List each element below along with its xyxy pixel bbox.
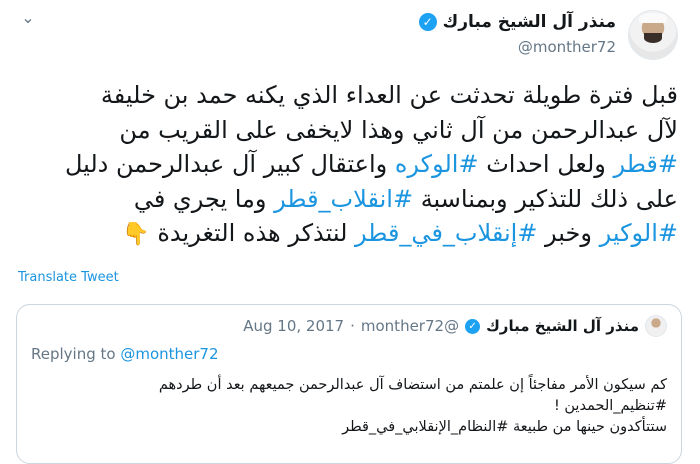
text-line: #تنظيم_الحمدين ! xyxy=(31,396,667,417)
point-down-emoji: 👇 xyxy=(122,222,150,247)
text-segment: #تنظيم_الحمدين xyxy=(564,398,667,414)
avatar-headwear xyxy=(639,13,667,23)
text-segment: لنتذكر هذه التغريدة xyxy=(149,219,356,247)
quoted-author-name[interactable]: منذر آل الشيخ مبارك xyxy=(486,317,639,335)
quoted-tweet-text: كم سيكون الأمر مفاجئاً إن علمتم من استضا… xyxy=(31,375,667,438)
text-segment: وما يجري في xyxy=(133,184,275,213)
verified-badge-icon: ✓ xyxy=(465,318,481,334)
quoted-date[interactable]: Aug 10, 2017 xyxy=(243,317,344,335)
text-segment: كم سيكون الأمر مفاجئاً إن علمتم من استضا… xyxy=(158,377,667,393)
text-line: لآل عبدالرحمن من آل ثاني وهذا لايخفى على… xyxy=(50,113,678,148)
quoted-tweet-header: منذر آل الشيخ مبارك ✓ @monther72 · Aug 1… xyxy=(31,315,667,337)
quoted-author-handle[interactable]: @monther72 xyxy=(361,317,459,335)
text-segment: على ذلك للتذكير وبمناسبة xyxy=(413,184,678,213)
text-line: ستتأكدون حينها من طبيعة #النظام_الإنقلاب… xyxy=(31,417,667,438)
text-segment: ! xyxy=(553,398,565,414)
tweet-header: منذر آل الشيخ مبارك ✓ @monther72 ⌄ xyxy=(20,6,678,66)
quoted-author-avatar[interactable] xyxy=(645,315,667,337)
quoted-tweet[interactable]: منذر آل الشيخ مبارك ✓ @monther72 · Aug 1… xyxy=(16,304,682,464)
text-line: على ذلك للتذكير وبمناسبة #انقلاب_قطر وما… xyxy=(50,182,678,217)
verified-badge-icon: ✓ xyxy=(418,13,437,31)
replying-to: Replying to @monther72 xyxy=(31,345,219,363)
text-segment: واعتقال كبير آل عبدالرحمن دليل xyxy=(64,150,395,178)
avatar-beard xyxy=(644,33,662,43)
author-avatar[interactable] xyxy=(628,10,678,60)
text-line: #الوكير وخبر #إنقلاب_في_قطر لنتذكر هذه ا… xyxy=(50,216,678,253)
author-name-row[interactable]: منذر آل الشيخ مبارك ✓ xyxy=(418,12,616,32)
tweet-text: قبل فترة طويلة تحدثت عن العداء الذي يكنه… xyxy=(50,78,678,253)
text-line: كم سيكون الأمر مفاجئاً إن علمتم من استضا… xyxy=(31,375,667,396)
hashtag-link[interactable]: #الوكير xyxy=(600,219,678,247)
author-display-name[interactable]: منذر آل الشيخ مبارك xyxy=(443,12,616,32)
text-segment: ستتأكدون حينها من طبيعة xyxy=(508,419,667,435)
text-segment: قبل فترة طويلة تحدثت عن العداء الذي يكنه… xyxy=(100,81,678,109)
hashtag-link[interactable]: #الوكره xyxy=(395,150,479,178)
replying-prefix: Replying to xyxy=(31,345,121,363)
text-segment: لآل عبدالرحمن من آل ثاني وهذا لايخفى على… xyxy=(119,115,678,144)
translate-tweet-link[interactable]: Translate Tweet xyxy=(18,270,119,285)
text-segment: وخبر xyxy=(537,219,600,247)
hashtag-link[interactable]: #إنقلاب_في_قطر xyxy=(355,219,537,247)
author-handle[interactable]: @monther72 xyxy=(518,38,616,56)
text-line: #قطر ولعل احداث #الوكره واعتقال كبير آل … xyxy=(50,147,678,182)
hashtag-link[interactable]: #انقلاب_قطر xyxy=(274,185,413,213)
text-segment: ولعل احداث xyxy=(478,150,614,178)
text-segment: #النظام_الإنقلابي_في_قطر xyxy=(342,419,509,435)
chevron-down-icon[interactable]: ⌄ xyxy=(20,10,36,26)
quoted-separator: · xyxy=(350,317,355,335)
hashtag-link[interactable]: #قطر xyxy=(613,150,678,178)
text-line: قبل فترة طويلة تحدثت عن العداء الذي يكنه… xyxy=(50,78,678,113)
replying-handle-link[interactable]: @monther72 xyxy=(120,345,218,363)
